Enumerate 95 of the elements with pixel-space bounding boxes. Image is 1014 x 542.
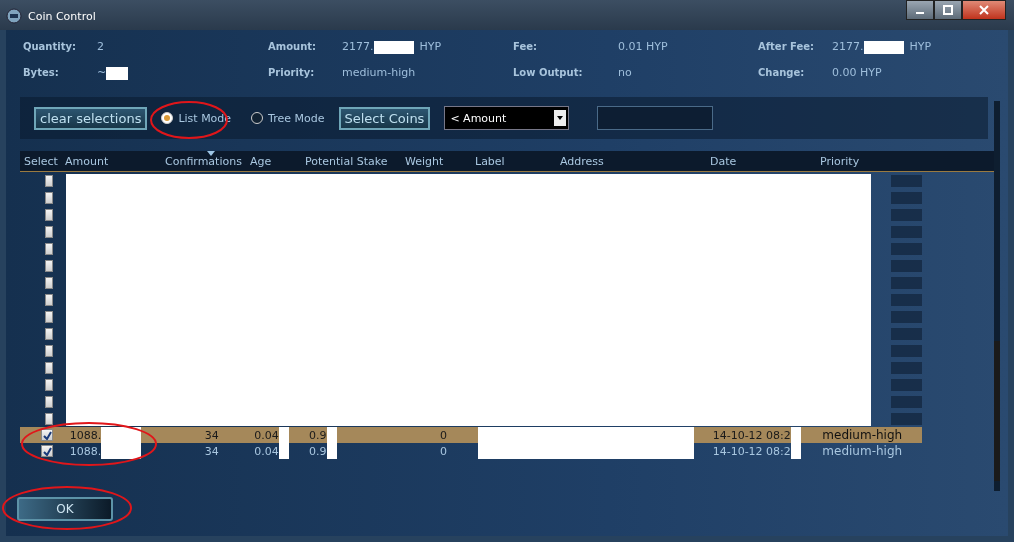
minimize-button[interactable]: [906, 0, 934, 20]
table-cell: 1088.: [69, 444, 102, 458]
row-background: [890, 225, 922, 238]
summary-label: Priority:: [268, 66, 316, 80]
summary-label: After Fee:: [758, 40, 816, 54]
table-cell-text: 0: [439, 444, 449, 458]
row-background: [890, 361, 922, 374]
sort-indicator-icon: [207, 151, 215, 156]
row-background: [890, 344, 922, 357]
sort-dropdown[interactable]: < Amount: [444, 106, 570, 130]
column-header[interactable]: Confirmations: [165, 154, 250, 168]
table-cell: 0.9: [309, 444, 327, 458]
checkbox[interactable]: [45, 242, 53, 255]
table-cell-text: medium-high: [822, 444, 904, 458]
summary-value: no: [618, 66, 632, 80]
row-background: [890, 208, 922, 221]
table-cell: 1088.: [69, 428, 102, 442]
redaction-block: [326, 443, 337, 459]
checkbox[interactable]: [41, 429, 53, 441]
minimize-icon: [916, 12, 924, 14]
checkbox[interactable]: [45, 191, 53, 204]
ok-button[interactable]: OK: [17, 497, 113, 521]
checkbox[interactable]: [45, 395, 53, 408]
column-header[interactable]: Weight: [405, 154, 475, 168]
table-cell: 0.04: [254, 444, 279, 458]
checkbox[interactable]: [45, 361, 53, 374]
table-cell: 14-10-12 08:2: [712, 428, 791, 442]
checkbox[interactable]: [45, 327, 53, 340]
summary-label: Change:: [758, 66, 806, 80]
summary-value: medium-high: [342, 66, 416, 80]
redaction-block: [790, 443, 801, 459]
row-background: [890, 276, 922, 289]
column-header[interactable]: Date: [710, 154, 820, 168]
row-background: [890, 412, 922, 425]
column-header[interactable]: Select: [20, 154, 65, 168]
redaction-block: [278, 443, 289, 459]
column-header[interactable]: Priority: [820, 154, 920, 168]
row-background: [890, 395, 922, 408]
row-background: [890, 293, 922, 306]
mode-label[interactable]: Tree Mode: [268, 111, 325, 125]
input-field[interactable]: [597, 106, 714, 130]
column-header[interactable]: Potential Stake: [305, 154, 405, 168]
checkbox[interactable]: [41, 445, 53, 457]
table-cell-text: 34: [203, 428, 220, 442]
close-icon: [979, 5, 989, 15]
row-background: [890, 191, 922, 204]
row-background: [890, 310, 922, 323]
checkbox[interactable]: [45, 310, 53, 323]
row-background: [890, 242, 922, 255]
radio-button[interactable]: [161, 112, 174, 124]
maximize-button[interactable]: [934, 0, 962, 20]
summary-value: 0.00 HYP: [832, 66, 882, 80]
column-header[interactable]: Address: [560, 154, 710, 168]
close-button[interactable]: [962, 0, 1006, 20]
checkbox[interactable]: [45, 276, 53, 289]
table-cell: 0.9: [309, 428, 327, 442]
checkbox[interactable]: [45, 412, 53, 425]
summary-label: Quantity:: [23, 40, 77, 54]
summary-label: Amount:: [268, 40, 318, 54]
checkbox[interactable]: [45, 259, 53, 272]
table-cell: 0.04: [254, 428, 279, 442]
table-cell-text: 34: [203, 444, 220, 458]
window-title: Coin Control: [28, 9, 96, 23]
row-background: [890, 259, 922, 272]
summary-value: 0.01 HYP: [618, 40, 668, 54]
row-background: [890, 327, 922, 340]
clear-selections-button[interactable]: clear selections: [34, 106, 148, 130]
summary-value: 2: [97, 40, 104, 54]
checkbox[interactable]: [45, 225, 53, 238]
checkbox[interactable]: [45, 174, 53, 187]
app-icon: [6, 8, 22, 24]
select-coins-button[interactable]: Select Coins: [338, 106, 431, 130]
summary-unit: HYP: [419, 40, 442, 54]
redaction-block: [101, 443, 142, 459]
checkbox[interactable]: [45, 344, 53, 357]
table-cell-text: 0: [439, 428, 449, 442]
summary-label: Bytes:: [23, 66, 60, 80]
row-background: [890, 174, 922, 187]
summary-value: 2177.: [342, 40, 374, 54]
summary-label: Fee:: [513, 40, 538, 54]
column-header[interactable]: Age: [250, 154, 305, 168]
maximize-icon: [943, 5, 953, 15]
summary-unit: HYP: [909, 40, 932, 54]
checkbox[interactable]: [45, 378, 53, 391]
column-header[interactable]: Amount: [65, 154, 165, 168]
radio-button[interactable]: [251, 112, 264, 124]
table-cell-text: medium-high: [822, 428, 904, 442]
summary-label: Low Output:: [513, 66, 584, 80]
row-background: [890, 378, 922, 391]
table-cell: 14-10-12 08:2: [712, 444, 791, 458]
checkbox[interactable]: [45, 208, 53, 221]
summary-value: ~: [97, 66, 107, 80]
column-header[interactable]: Label: [475, 154, 560, 168]
summary-value: 2177.: [832, 40, 864, 54]
checkbox[interactable]: [45, 293, 53, 306]
